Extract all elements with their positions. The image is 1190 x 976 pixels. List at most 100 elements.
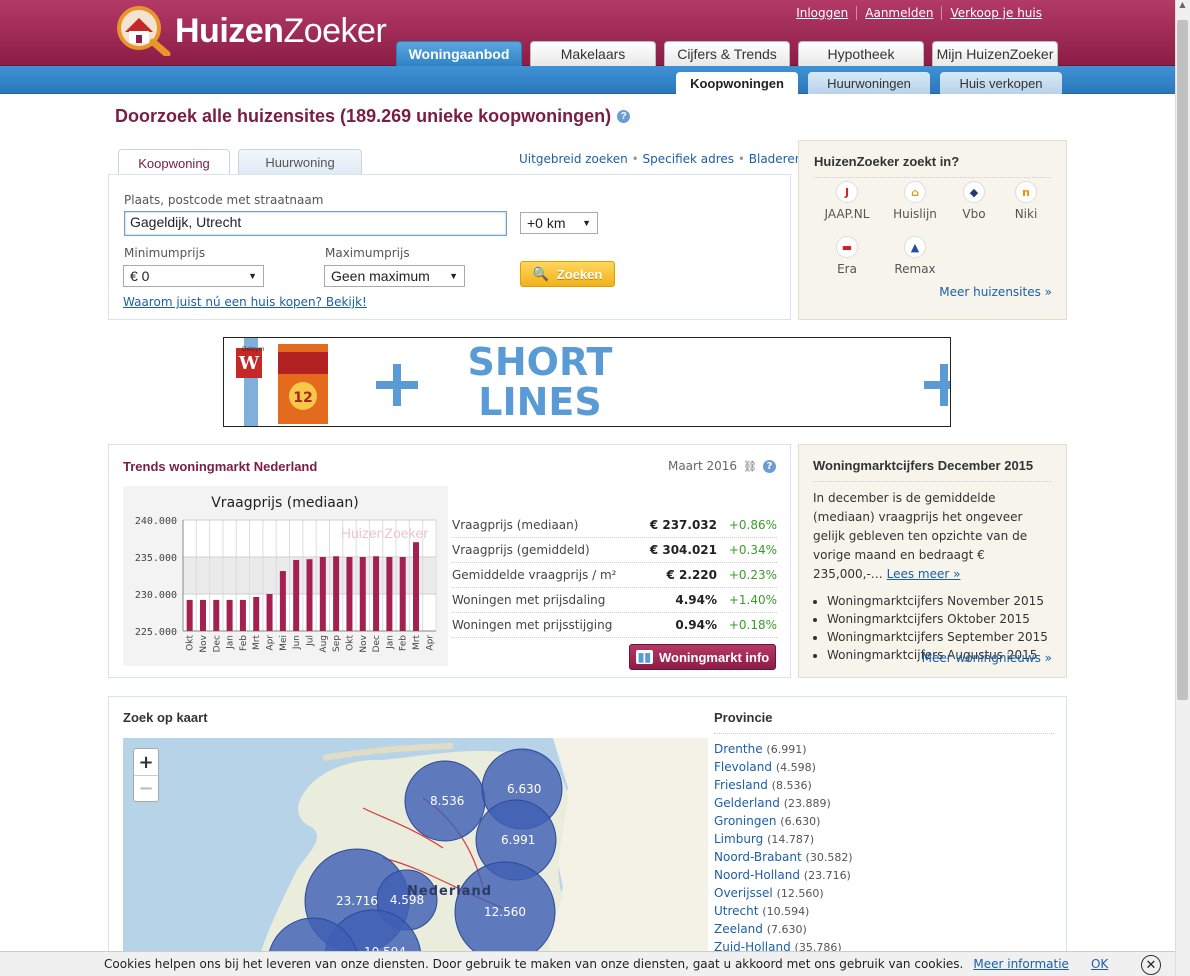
subtab-koopwoningen[interactable]: Koopwoningen bbox=[676, 72, 798, 94]
ad-headline-1: SHORT bbox=[467, 340, 613, 384]
help-icon[interactable]: ? bbox=[763, 459, 776, 473]
province-link[interactable]: Overijssel bbox=[714, 886, 773, 900]
province-item[interactable]: Drenthe (6.991) bbox=[714, 740, 1054, 758]
radius-select[interactable]: +0 km ▼ bbox=[520, 212, 598, 234]
map-cluster[interactable]: 23.716 bbox=[335, 894, 379, 908]
scroll-up-arrow-icon[interactable]: ▲ bbox=[1175, 0, 1190, 16]
province-item[interactable]: Noord-Holland (23.716) bbox=[714, 866, 1054, 884]
site-remax[interactable]: ▲ Remax bbox=[885, 236, 945, 276]
register-link[interactable]: Aanmelden bbox=[856, 6, 941, 20]
login-link[interactable]: Inloggen bbox=[788, 6, 856, 20]
market-info-button[interactable]: ▮▮ Woningmarkt info bbox=[629, 644, 776, 670]
main-nav: Woningaanbod Makelaars Cijfers & Trends … bbox=[396, 41, 1058, 66]
huislijn-icon: ⌂ bbox=[904, 181, 926, 203]
province-count: (23.889) bbox=[783, 797, 831, 810]
province-item[interactable]: Zeeland (7.630) bbox=[714, 920, 1054, 938]
advanced-search-link[interactable]: Uitgebreid zoeken bbox=[519, 152, 628, 166]
tab-mijn-huizenzoeker[interactable]: Mijn HuizenZoeker bbox=[932, 41, 1058, 66]
province-link[interactable]: Friesland bbox=[714, 778, 768, 792]
province-item[interactable]: Utrecht (10.594) bbox=[714, 902, 1054, 920]
province-item[interactable]: Groningen (6.630) bbox=[714, 812, 1054, 830]
site-huislijn[interactable]: ⌂ Huislijn bbox=[885, 181, 945, 221]
tab-makelaars[interactable]: Makelaars bbox=[530, 41, 656, 66]
tab-koopwoning[interactable]: Koopwoning bbox=[118, 149, 230, 176]
province-item[interactable]: Overijssel (12.560) bbox=[714, 884, 1054, 902]
tab-huurwoning[interactable]: Huurwoning bbox=[238, 149, 362, 175]
map-cluster[interactable]: 6.630 bbox=[507, 782, 541, 796]
province-count: (14.787) bbox=[767, 833, 815, 846]
province-item[interactable]: Gelderland (23.889) bbox=[714, 794, 1054, 812]
page-scrollbar[interactable]: ▲ bbox=[1175, 0, 1190, 976]
map-cluster[interactable]: 6.991 bbox=[501, 833, 535, 847]
sub-nav: Koopwoningen Huurwoningen Huis verkopen bbox=[676, 72, 1062, 94]
site-niki[interactable]: n Niki bbox=[996, 181, 1056, 221]
chart-xtick: Jan bbox=[226, 635, 236, 650]
cookie-ok-link[interactable]: OK bbox=[1091, 957, 1108, 971]
tab-hypotheek[interactable]: Hypotheek bbox=[798, 41, 924, 66]
chart-bar bbox=[226, 599, 233, 631]
province-link[interactable]: Gelderland bbox=[714, 796, 780, 810]
province-item[interactable]: Limburg (14.787) bbox=[714, 830, 1054, 848]
chart-xtick: Apr bbox=[425, 635, 435, 651]
cookie-more-link[interactable]: Meer informatie bbox=[973, 957, 1069, 971]
province-item[interactable]: Flevoland (4.598) bbox=[714, 758, 1054, 776]
min-price-select[interactable]: € 0 ▼ bbox=[123, 265, 264, 287]
advertisement-banner[interactable]: W 12 Delsym SHORT LINES bbox=[223, 337, 951, 427]
province-link[interactable]: Limburg bbox=[714, 832, 763, 846]
province-link[interactable]: Zeeland bbox=[714, 922, 763, 936]
zoom-out-button[interactable]: − bbox=[134, 775, 158, 801]
stat-row: Vraagprijs (mediaan) € 237.032 +0.86% bbox=[452, 513, 777, 538]
logo[interactable]: HuizenZoeker bbox=[113, 6, 387, 58]
province-link[interactable]: Flevoland bbox=[714, 760, 772, 774]
province-link[interactable]: Noord-Brabant bbox=[714, 850, 802, 864]
province-link[interactable]: Utrecht bbox=[714, 904, 758, 918]
chart-xtick: Mrt bbox=[252, 635, 262, 650]
province-item[interactable]: Friesland (8.536) bbox=[714, 776, 1054, 794]
search-button[interactable]: 🔍 Zoeken bbox=[520, 261, 615, 287]
close-icon[interactable]: ✕ bbox=[1141, 955, 1161, 975]
radius-value: +0 km bbox=[527, 215, 566, 231]
price-chart: Vraagprijs (mediaan) HuizenZoeker 240.000 2… bbox=[123, 486, 448, 666]
site-jaap[interactable]: J JAAP.NL bbox=[817, 181, 877, 221]
subtab-huis-verkopen[interactable]: Huis verkopen bbox=[940, 72, 1062, 94]
more-sites-link[interactable]: Meer huizensites » bbox=[939, 285, 1052, 299]
chart-ytick: 240.000 bbox=[135, 516, 177, 527]
stat-row: Woningen met prijsstijging 0.94% +0.18% bbox=[452, 613, 777, 638]
province-link[interactable]: Drenthe bbox=[714, 742, 763, 756]
news-item[interactable]: Woningmarktcijfers Oktober 2015 bbox=[827, 610, 1052, 628]
scrollbar-thumb[interactable] bbox=[1177, 20, 1188, 700]
sell-house-link[interactable]: Verkoop je huis bbox=[941, 6, 1050, 20]
search-button-label: Zoeken bbox=[556, 266, 603, 282]
subtab-huurwoningen[interactable]: Huurwoningen bbox=[808, 72, 930, 94]
chart-bar bbox=[399, 557, 406, 631]
place-input[interactable]: Gageldijk, Utrecht bbox=[124, 211, 507, 236]
chart-ytick: 230.000 bbox=[135, 590, 177, 601]
link-icon[interactable]: ⛓ bbox=[743, 460, 757, 473]
search-tabs: Koopwoning Huurwoning bbox=[118, 149, 362, 176]
site-era[interactable]: ▬ Era bbox=[817, 236, 877, 276]
chart-bar bbox=[346, 557, 353, 631]
map-cluster[interactable]: 8.536 bbox=[430, 794, 464, 808]
news-item[interactable]: Woningmarktcijfers November 2015 bbox=[827, 592, 1052, 610]
svg-text:12: 12 bbox=[293, 390, 312, 406]
province-count: (6.991) bbox=[766, 743, 807, 756]
max-price-select[interactable]: Geen maximum ▼ bbox=[324, 265, 465, 287]
zoom-in-button[interactable]: + bbox=[134, 749, 158, 775]
province-link[interactable]: Noord-Holland bbox=[714, 868, 800, 882]
why-buy-link[interactable]: Waarom juist nú een huis kopen? Bekijk! bbox=[123, 295, 367, 309]
map-cluster[interactable]: 4.598 bbox=[389, 893, 425, 907]
specific-address-link[interactable]: Specifiek adres bbox=[643, 152, 735, 166]
chart-xtick: Mrt bbox=[412, 635, 422, 650]
tab-cijfers-trends[interactable]: Cijfers & Trends bbox=[664, 41, 790, 66]
site-vbo[interactable]: ◆ Vbo bbox=[944, 181, 1004, 221]
map-cluster[interactable]: 12.560 bbox=[483, 905, 527, 919]
browse-link[interactable]: Bladeren bbox=[749, 152, 803, 166]
more-news-link[interactable]: Meer woningnieuws » bbox=[922, 651, 1052, 665]
news-item[interactable]: Woningmarktcijfers September 2015 bbox=[827, 628, 1052, 646]
netherlands-map[interactable]: Nederland 8.536 6.630 6.991 23.716 4.598… bbox=[123, 738, 708, 976]
province-item[interactable]: Noord-Brabant (30.582) bbox=[714, 848, 1054, 866]
help-icon[interactable]: ? bbox=[617, 110, 631, 123]
province-link[interactable]: Groningen bbox=[714, 814, 776, 828]
tab-woningaanbod[interactable]: Woningaanbod bbox=[396, 41, 522, 66]
read-more-link[interactable]: Lees meer » bbox=[887, 567, 961, 581]
